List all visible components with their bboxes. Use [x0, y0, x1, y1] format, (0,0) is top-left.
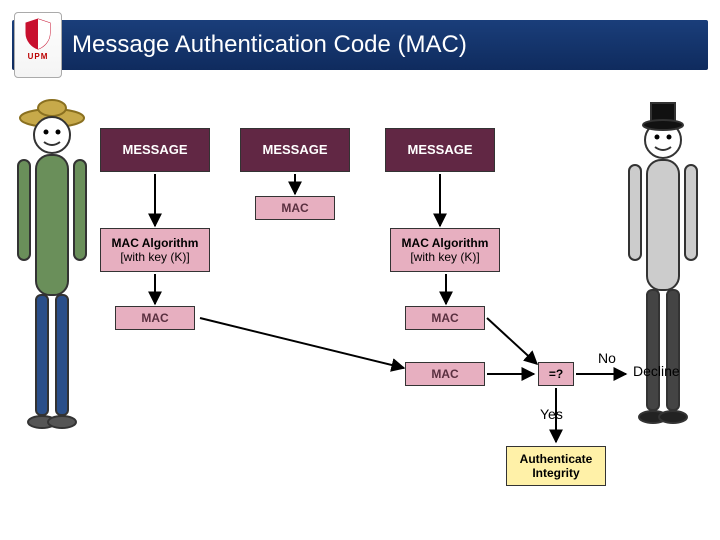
- channel-message-box: MESSAGE: [240, 128, 350, 172]
- comparator-box: =?: [538, 362, 574, 386]
- receiver-message-box: MESSAGE: [385, 128, 495, 172]
- sender-mac-output: MAC: [115, 306, 195, 330]
- sender-mac-algorithm-box: MAC Algorithm[with key (K)]: [100, 228, 210, 272]
- page-title: Message Authentication Code (MAC): [72, 31, 467, 59]
- receiver-alg-line2: [with key (K)]: [410, 250, 479, 264]
- authenticate-box: Authenticate Integrity: [506, 446, 606, 486]
- title-bar: Message Authentication Code (MAC): [12, 20, 708, 70]
- yes-label: Yes: [540, 406, 563, 422]
- decline-label: Decline: [633, 363, 680, 379]
- sender-message-box: MESSAGE: [100, 128, 210, 172]
- receiver-alg-line1: MAC Algorithm: [402, 236, 489, 250]
- shield-icon: [23, 17, 53, 51]
- sender-alg-line2: [with key (K)]: [120, 250, 189, 264]
- receiver-mac-algorithm-box: MAC Algorithm[with key (K)]: [390, 228, 500, 272]
- sender-figure: [18, 100, 86, 428]
- sender-alg-line1: MAC Algorithm: [112, 236, 199, 250]
- logo-text: UPM: [28, 52, 49, 61]
- receiver-mac-output: MAC: [405, 306, 485, 330]
- no-label: No: [598, 350, 616, 366]
- diagram-stage: MESSAGE MAC Algorithm[with key (K)] MAC …: [0, 70, 720, 540]
- receiver-mac-received: MAC: [405, 362, 485, 386]
- channel-mac-box: MAC: [255, 196, 335, 220]
- institution-logo: UPM: [14, 12, 62, 78]
